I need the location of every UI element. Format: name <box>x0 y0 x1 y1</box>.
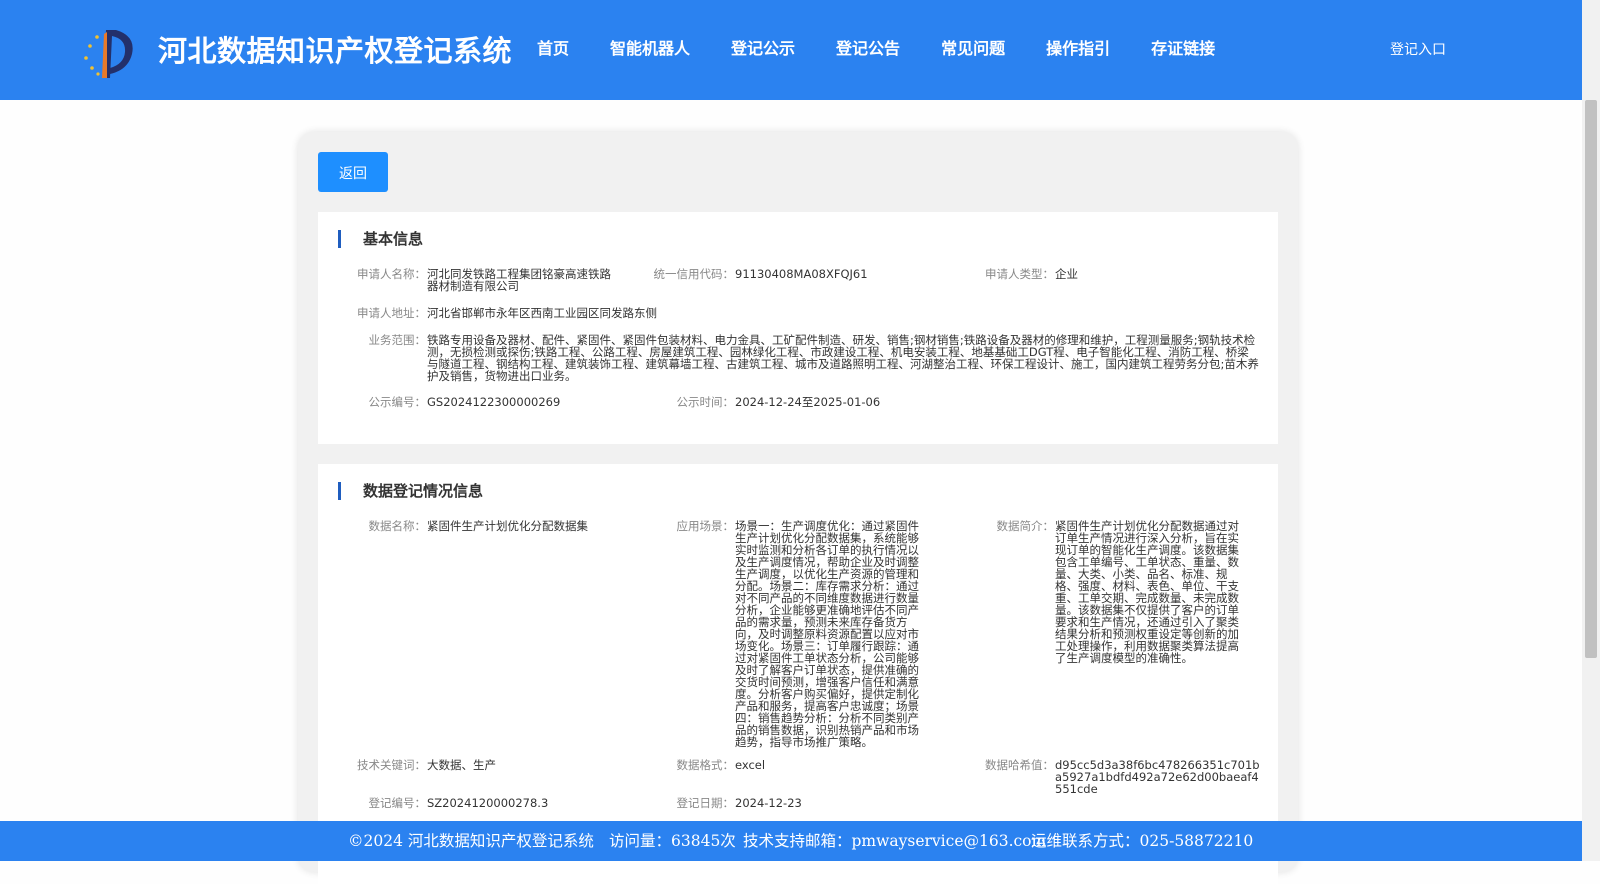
label-business-scope: 业务范围： <box>368 333 427 347</box>
value-address: 河北省邯郸市永年区西南工业园区同发路东侧 <box>427 306 657 320</box>
label-applicant-name: 申请人名称： <box>357 267 426 281</box>
value-applicant-type: 企业 <box>1055 267 1078 281</box>
footer-copyright: ©2024 河北数据知识产权登记系统 <box>348 832 594 850</box>
top-header: 河北数据知识产权登记系统 首页 智能机器人 登记公示 登记公告 常见问题 操作指… <box>0 0 1582 100</box>
label-format: 数据格式： <box>676 758 735 772</box>
value-format: excel <box>735 758 766 772</box>
nav-guide[interactable]: 操作指引 <box>1046 35 1110 59</box>
footer: ©2024 河北数据知识产权登记系统 访问量：63845次 技术支持邮箱：pmw… <box>0 821 1582 861</box>
nav-publicity[interactable]: 登记公示 <box>731 35 795 59</box>
value-hash: d95cc5d3a38f6bc478266351c701ba5927a1bdfd… <box>1055 758 1260 796</box>
label-credit-code: 统一信用代码： <box>653 267 735 281</box>
value-reg-date: 2024-12-23 <box>735 796 802 810</box>
login-entry-link[interactable]: 登记入口 <box>1390 39 1446 59</box>
section-title-data-reg: 数据登记情况信息 <box>338 482 483 500</box>
label-hash: 数据哈希值： <box>985 758 1054 772</box>
back-button[interactable]: 返回 <box>318 152 388 192</box>
nav-robot[interactable]: 智能机器人 <box>610 35 690 59</box>
value-reg-no: SZ2024120000278.3 <box>427 796 549 810</box>
value-summary: 紧固件生产计划优化分配数据通过对订单生产情况进行深入分析，旨在实现订单的智能化生… <box>1055 519 1239 665</box>
label-applicant-type: 申请人类型： <box>985 267 1054 281</box>
label-address: 申请人地址： <box>357 306 426 320</box>
label-scenario: 应用场景： <box>676 519 735 533</box>
section-title-basic: 基本信息 <box>338 230 423 248</box>
main-nav: 首页 智能机器人 登记公示 登记公告 常见问题 操作指引 存证链接 <box>537 35 1256 59</box>
value-public-no: GS2024122300000269 <box>427 395 561 409</box>
nav-evidence-link[interactable]: 存证链接 <box>1151 35 1215 59</box>
label-summary: 数据简介： <box>996 519 1055 533</box>
nav-home[interactable]: 首页 <box>537 35 569 59</box>
site-title: 河北数据知识产权登记系统 <box>158 34 513 68</box>
label-public-no: 公示编号： <box>368 395 427 409</box>
nav-announcement[interactable]: 登记公告 <box>836 35 900 59</box>
label-data-name: 数据名称： <box>368 519 427 533</box>
label-reg-no: 登记编号： <box>368 796 427 810</box>
label-public-time: 公示时间： <box>676 395 735 409</box>
value-business-scope: 铁路专用设备及器材、配件、紧固件、紧固件包装材料、电力金具、工矿配件制造、研发、… <box>427 333 1259 383</box>
logo-icon <box>84 30 133 78</box>
nav-faq[interactable]: 常见问题 <box>941 35 1005 59</box>
value-credit-code: 91130408MA08XFQJ61 <box>735 267 868 281</box>
value-public-time: 2024-12-24至2025-01-06 <box>735 395 881 409</box>
footer-email[interactable]: 技术支持邮箱：pmwayservice@163.com <box>743 821 1046 861</box>
footer-phone: 运维联系方式：025-58872210 <box>1031 832 1254 850</box>
basic-info-section: 基本信息 申请人名称： 河北同发铁路工程集团铭豪高速铁路器材制造有限公司 统一信… <box>318 212 1278 444</box>
value-scenario: 场景一：生产调度优化：通过紧固件生产计划优化分配数据集，系统能够实时监测和分析各… <box>735 519 919 749</box>
label-keywords: 技术关键词： <box>357 758 426 772</box>
detail-card: 返回 基本信息 申请人名称： 河北同发铁路工程集团铭豪高速铁路器材制造有限公司 … <box>298 132 1298 884</box>
value-applicant-name: 河北同发铁路工程集团铭豪高速铁路器材制造有限公司 <box>427 267 611 293</box>
value-data-name: 紧固件生产计划优化分配数据集 <box>427 519 588 533</box>
value-keywords: 大数据、生产 <box>427 758 496 772</box>
footer-visits: 访问量：63845次 <box>609 832 736 850</box>
scrollbar-thumb[interactable] <box>1585 100 1597 658</box>
label-reg-date: 登记日期： <box>676 796 735 810</box>
